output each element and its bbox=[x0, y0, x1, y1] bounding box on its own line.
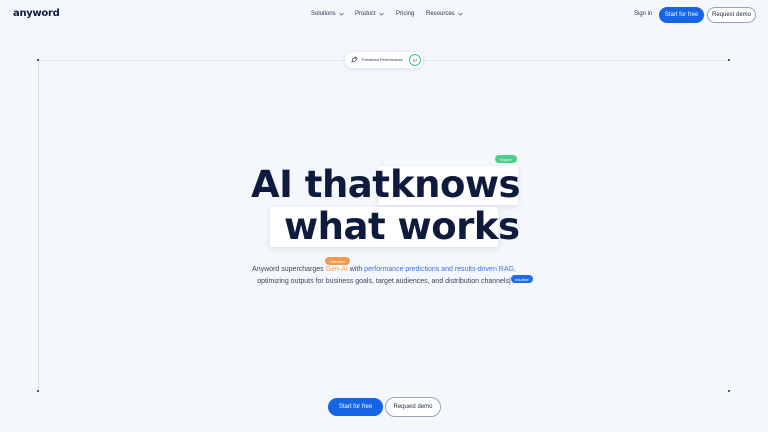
hero-subtitle-line1: Anyword supercharges Gen-AI with perform… bbox=[0, 266, 768, 273]
chevron-down-icon bbox=[457, 12, 463, 16]
page: anyword Solutions Product Pricing Resour… bbox=[0, 0, 768, 432]
performance-score: 97 bbox=[409, 54, 421, 66]
predicted-performance-pill: Predicted Performance 97 bbox=[345, 52, 423, 68]
nav-solutions[interactable]: Solutions bbox=[311, 11, 344, 17]
nav-pricing[interactable]: Pricing bbox=[396, 11, 414, 17]
top-nav: anyword Solutions Product Pricing Resour… bbox=[0, 0, 768, 30]
rocket-icon bbox=[351, 56, 358, 63]
tag-creative: Creative bbox=[325, 257, 350, 265]
hero-subtitle-line2: optimizing outputs for business goals, t… bbox=[257, 278, 511, 285]
nav-resources[interactable]: Resources bbox=[426, 11, 463, 17]
nav-product-label: Product bbox=[355, 11, 376, 17]
subtitle-text: with bbox=[347, 266, 365, 273]
nav-start-free-button[interactable]: Start for free bbox=[659, 7, 704, 23]
headline-highlight-word: knows bbox=[390, 163, 521, 206]
corner-dot bbox=[728, 390, 730, 392]
cta-request-demo-button[interactable]: Request demo bbox=[385, 397, 441, 417]
chevron-down-icon bbox=[338, 12, 344, 16]
corner-dot bbox=[728, 59, 730, 61]
nav-resources-label: Resources bbox=[426, 11, 455, 17]
nav-request-demo-button[interactable]: Request demo bbox=[707, 7, 756, 23]
headline-line2: what works bbox=[284, 205, 520, 248]
subtitle-genai: Gen-AI bbox=[325, 266, 348, 273]
corner-dot bbox=[37, 59, 39, 61]
headline-line1: AI that bbox=[251, 163, 390, 206]
subtitle-highlight: performance predictions and results-driv… bbox=[364, 266, 516, 273]
performance-label: Predicted Performance bbox=[362, 57, 403, 62]
logo[interactable]: anyword bbox=[13, 8, 60, 19]
chevron-down-icon bbox=[378, 12, 384, 16]
cta-start-free-button[interactable]: Start for free bbox=[328, 398, 383, 416]
sign-in-link[interactable]: Sign in bbox=[634, 11, 652, 17]
subtitle-text: Anyword supercharges bbox=[252, 266, 326, 273]
nav-product[interactable]: Product bbox=[355, 11, 384, 17]
tag-expert: Expert bbox=[495, 155, 517, 163]
corner-dot bbox=[37, 390, 39, 392]
nav-solutions-label: Solutions bbox=[311, 11, 336, 17]
nav-pricing-label: Pricing bbox=[396, 11, 415, 17]
